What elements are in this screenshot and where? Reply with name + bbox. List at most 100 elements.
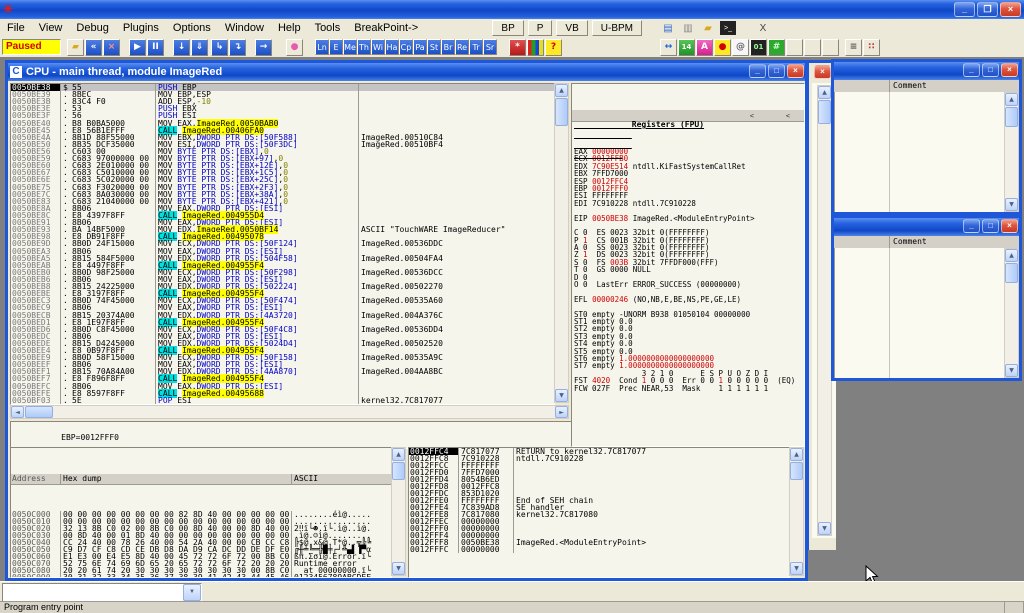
tile-windows-icon[interactable]: #: [768, 39, 785, 56]
background-window-scrollbar[interactable]: ▲ ▼: [817, 85, 832, 536]
help-icon[interactable]: ?: [545, 39, 562, 56]
window-threads-button[interactable]: Th: [357, 39, 371, 55]
menu-item-plugins[interactable]: Plugins: [116, 21, 166, 35]
comment-window-top-scrollbar[interactable]: ▲ ▼: [1004, 92, 1019, 212]
disassembly-scrollbar[interactable]: ▲ ▼: [554, 83, 569, 403]
hex-dump-row[interactable]: 0050C09030 31 32 33 34 35 36 37 38 39 41…: [11, 574, 391, 578]
comment-window-bottom-scrollbar[interactable]: ▲ ▼: [1004, 248, 1019, 378]
registers-header[interactable]: Registers (FPU) < <: [572, 110, 804, 122]
menu-close-x-button[interactable]: X: [754, 20, 772, 36]
background-window-close-button[interactable]: ×: [814, 65, 831, 79]
register-line[interactable]: EFL 00000246 (NO,NB,E,BE,NS,PE,GE,LE): [572, 296, 804, 303]
document-icon[interactable]: ▥: [679, 20, 697, 36]
minimize-button[interactable]: _: [963, 63, 980, 77]
register-line[interactable]: FCW 027F Prec NEAR,53 Mask 1 1 1 1 1 1: [572, 385, 804, 392]
minimize-button[interactable]: _: [954, 2, 975, 17]
stack-pane[interactable]: 0012FFC47C817077RETURN to kernel32.7C817…: [408, 447, 790, 578]
combo-dropdown-icon[interactable]: ▼: [183, 584, 201, 601]
disassembly-row[interactable]: 0050BE3B.83C4 F0ADD ESP,-10: [11, 98, 554, 105]
window-trace-button[interactable]: Tr: [469, 39, 483, 55]
menu-item-help[interactable]: Help: [271, 21, 308, 35]
register-line[interactable]: EIP 0050BE38 ImageRed.<ModuleEntryPoint>: [572, 215, 804, 222]
window-cpu-button[interactable]: Cp: [399, 39, 413, 55]
stack-scrollbar[interactable]: ▲ ▼: [789, 447, 804, 576]
step-over-icon[interactable]: ⇓: [191, 39, 208, 56]
menu-button-bp[interactable]: BP: [492, 20, 523, 36]
menu-button-p[interactable]: P: [528, 20, 553, 36]
maximize-button[interactable]: □: [768, 64, 785, 78]
scroll-right-icon[interactable]: ►: [555, 406, 568, 418]
scroll-down-icon[interactable]: ▼: [1005, 364, 1018, 377]
close-button[interactable]: ×: [1000, 2, 1021, 17]
scroll-down-icon[interactable]: ▼: [818, 522, 831, 535]
blank-button-1[interactable]: [786, 39, 803, 56]
command-combobox[interactable]: ▼: [2, 583, 202, 602]
open-folder-icon[interactable]: ▰: [699, 20, 717, 36]
animate-into-icon[interactable]: ↳: [211, 39, 228, 56]
notes-icon[interactable]: ≡: [845, 39, 862, 56]
exec-till-return-icon[interactable]: →: [255, 39, 272, 56]
menu-item-breakpoint[interactable]: BreakPoint->: [347, 21, 425, 35]
options-icon[interactable]: *: [509, 39, 526, 56]
disassembly-row[interactable]: 0050BEFE.E8 8597F8FFCALL ImageRed.004956…: [11, 390, 554, 397]
window-handles-button[interactable]: Ha: [385, 39, 399, 55]
window-windows-button[interactable]: Wi: [371, 39, 385, 55]
registers-next-icon[interactable]: <: [786, 111, 790, 121]
blank-button-3[interactable]: [822, 39, 839, 56]
scroll-down-icon[interactable]: ▼: [790, 562, 803, 575]
run-icon[interactable]: ▶: [129, 39, 146, 56]
comment-window-bottom-client[interactable]: [834, 248, 1004, 378]
scroll-left-icon[interactable]: ◄: [11, 406, 24, 418]
menu-item-window[interactable]: Window: [218, 21, 271, 35]
spiral-icon[interactable]: @: [732, 39, 749, 56]
scroll-up-icon[interactable]: ▲: [555, 84, 568, 97]
cpu-window-titlebar[interactable]: C CPU - main thread, module ImageRed _ □…: [8, 63, 805, 81]
scroll-down-icon[interactable]: ▼: [392, 562, 405, 575]
list-icon[interactable]: ∷: [863, 39, 880, 56]
scroll-up-icon[interactable]: ▲: [392, 448, 405, 461]
assemble-icon[interactable]: A: [696, 39, 713, 56]
minimize-button[interactable]: _: [963, 219, 980, 233]
maximize-button[interactable]: □: [982, 219, 999, 233]
menu-item-view[interactable]: View: [32, 21, 70, 35]
step-into-icon[interactable]: ↓: [173, 39, 190, 56]
restart-icon[interactable]: «: [85, 39, 102, 56]
restore-button[interactable]: ❐: [977, 2, 998, 17]
register-line[interactable]: EDI 7C910228 ntdll.7C910228: [572, 200, 804, 207]
menu-button-vb[interactable]: VB: [556, 20, 587, 36]
appearance-icon[interactable]: [527, 39, 544, 56]
disassembly-row[interactable]: 0050BF03.5EPOP ESIkernel32.7C817077: [11, 397, 554, 404]
window-memory-button[interactable]: Me: [343, 39, 357, 55]
scroll-up-icon[interactable]: ▲: [1005, 249, 1018, 262]
menu-item-file[interactable]: File: [0, 21, 32, 35]
comment-window-top-client[interactable]: [834, 92, 1004, 212]
window-breakpoints-button[interactable]: Br: [441, 39, 455, 55]
disassembly-row[interactable]: 0050BE38$55PUSH EBP: [11, 84, 554, 91]
disassembly-pane[interactable]: 0050BE38$55PUSH EBP0050BE39.8BECMOV EBP,…: [10, 83, 555, 405]
command-input[interactable]: [3, 584, 183, 601]
swap-panes-icon[interactable]: ↔: [660, 39, 677, 56]
window-source-button[interactable]: Sr: [483, 39, 497, 55]
close-button[interactable]: ×: [1001, 63, 1018, 77]
close-button[interactable]: ×: [787, 64, 804, 78]
copy-page-icon[interactable]: ▤: [659, 20, 677, 36]
info-pane[interactable]: EBP=0012FFF0: [10, 421, 573, 449]
window-patches-button[interactable]: Pa: [413, 39, 427, 55]
menu-item-debug[interactable]: Debug: [69, 21, 115, 35]
register-line[interactable]: O 0 LastErr ERROR_SUCCESS (00000000): [572, 281, 804, 288]
window-stack-button[interactable]: St: [427, 39, 441, 55]
minimize-button[interactable]: _: [749, 64, 766, 78]
window-references-button[interactable]: Re: [455, 39, 469, 55]
scroll-up-icon[interactable]: ▲: [790, 448, 803, 461]
maximize-button[interactable]: □: [982, 63, 999, 77]
go-to-address-icon[interactable]: ●: [286, 39, 303, 56]
hex-dump-scrollbar[interactable]: ▲ ▼: [391, 447, 406, 576]
close-button[interactable]: ×: [1001, 219, 1018, 233]
console-icon[interactable]: >_: [719, 20, 737, 36]
registers-pane[interactable]: Registers (FPU) < < EAX 00000000ECX 0012…: [571, 83, 805, 447]
blank-button-2[interactable]: [804, 39, 821, 56]
patch-counter-icon[interactable]: 14: [678, 39, 695, 56]
disassembly-hscrollbar[interactable]: ◄ ►: [10, 405, 569, 419]
open-file-icon[interactable]: ▰: [67, 39, 84, 56]
stack-row[interactable]: 0012FFFC00000000: [409, 546, 789, 553]
